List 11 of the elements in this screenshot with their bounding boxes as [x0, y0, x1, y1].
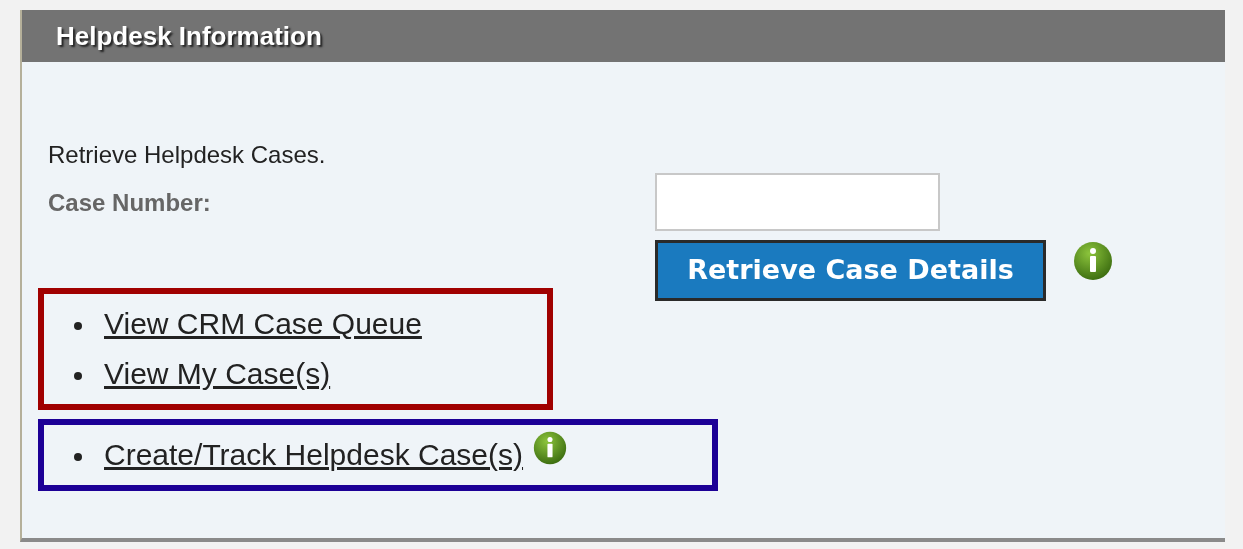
intro-text: Retrieve Helpdesk Cases. [48, 140, 327, 170]
case-number-field[interactable] [655, 173, 940, 231]
bullet-icon [74, 453, 82, 461]
helpdesk-link[interactable]: View CRM Case Queue [104, 306, 422, 342]
case-number-label: Case Number: [48, 188, 212, 218]
helpdesk-link[interactable]: Create/Track Helpdesk Case(s) [104, 437, 524, 473]
bullet-icon [74, 322, 82, 330]
helpdesk-link[interactable]: View My Case(s) [104, 356, 331, 392]
panel-title: Helpdesk Information [56, 19, 322, 53]
retrieve-case-details-button[interactable]: Retrieve Case Details [655, 240, 1046, 301]
bullet-icon [74, 372, 82, 380]
